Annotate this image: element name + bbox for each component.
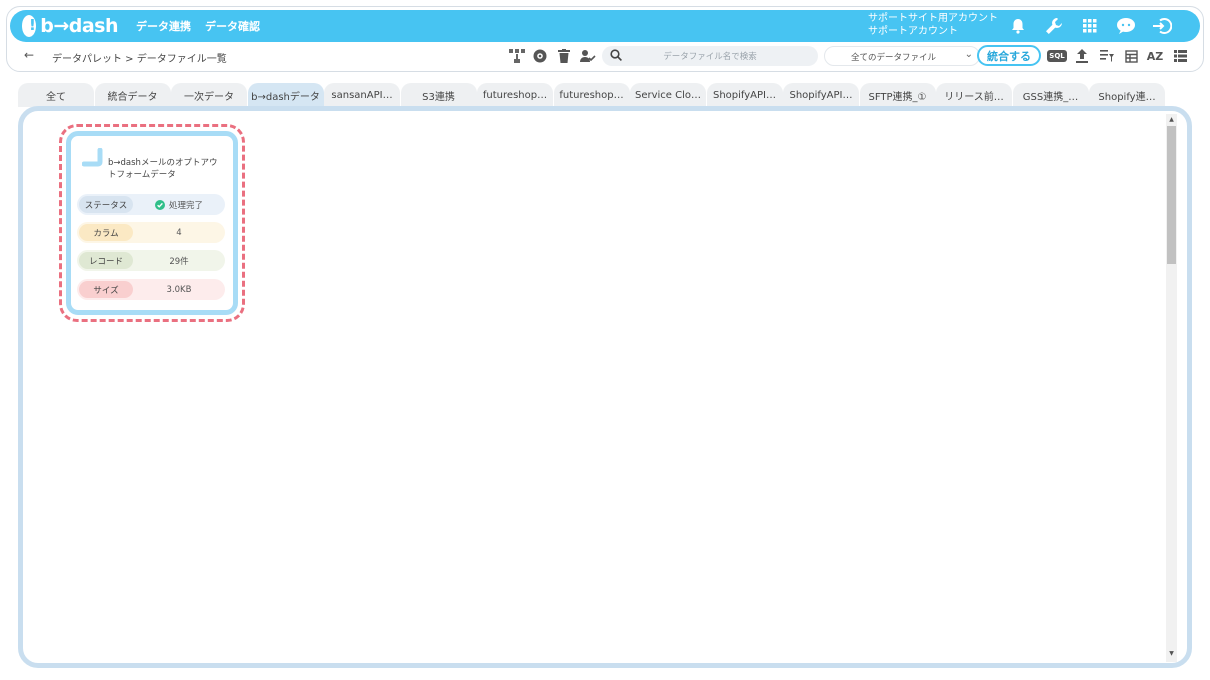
tab-4[interactable]: sansanAPI… bbox=[324, 83, 400, 107]
check-circle-icon bbox=[154, 199, 165, 210]
column-value: 4 bbox=[176, 227, 182, 238]
scroll-up-icon[interactable]: ▲ bbox=[1166, 114, 1177, 125]
sql-label: SQL bbox=[1047, 50, 1067, 62]
nav-data-check[interactable]: データ確認 bbox=[205, 18, 260, 34]
tab-6[interactable]: futureshop… bbox=[477, 83, 553, 107]
data-file-filter-select[interactable]: 全てのデータファイル ⌄ bbox=[824, 46, 980, 66]
user-check-icon[interactable] bbox=[579, 47, 597, 65]
tab-9[interactable]: ShopifyAPI… bbox=[706, 83, 783, 107]
tab-11[interactable]: SFTP連携_① bbox=[859, 83, 936, 107]
bell-icon[interactable] bbox=[1008, 16, 1028, 36]
list-view-icon[interactable] bbox=[1171, 47, 1189, 65]
trash-icon[interactable] bbox=[555, 47, 573, 65]
wrench-icon[interactable] bbox=[1044, 16, 1064, 36]
tab-14[interactable]: Shopify連… bbox=[1089, 83, 1165, 107]
account-name: サポートサイト用アカウント bbox=[868, 13, 998, 24]
card-title: b→dashメールのオプトアウトフォームデータ bbox=[108, 158, 218, 180]
tab-10[interactable]: ShopifyAPI… bbox=[783, 83, 859, 107]
status-row: ステータス 処理完了 bbox=[77, 194, 225, 215]
tab-12[interactable]: リリース前… bbox=[936, 83, 1012, 107]
logo-icon bbox=[22, 15, 37, 37]
sort-az-icon[interactable]: AZ bbox=[1146, 47, 1164, 65]
status-value: 処理完了 bbox=[135, 196, 223, 213]
logo[interactable]: b→dash bbox=[22, 14, 118, 38]
column-row: カラム 4 bbox=[77, 222, 225, 243]
category-tabs: 全て 統合データ 一次データ b→dashデータ sansanAPI… S3連携 futur… bbox=[18, 83, 1166, 107]
logo-text: b→dash bbox=[40, 15, 118, 37]
scroll-down-icon[interactable]: ▼ bbox=[1166, 648, 1177, 659]
tab-13[interactable]: GSS連携_… bbox=[1012, 83, 1089, 107]
back-arrow-icon[interactable]: ← bbox=[24, 48, 34, 62]
column-label: カラム bbox=[79, 224, 133, 241]
account-info[interactable]: サポートサイト用アカウント サポートアカウント bbox=[868, 12, 998, 38]
sql-icon[interactable]: SQL bbox=[1047, 47, 1067, 65]
breadcrumb: データパレット > データファイル一覧 bbox=[52, 54, 227, 65]
record-label: レコード bbox=[79, 252, 133, 269]
size-value: 3.0KB bbox=[166, 284, 192, 295]
table-view-icon[interactable] bbox=[1122, 47, 1140, 65]
tab-2[interactable]: 一次データ bbox=[171, 83, 247, 107]
size-row: サイズ 3.0KB bbox=[77, 279, 225, 300]
search-placeholder: データファイル名で検索 bbox=[663, 52, 757, 62]
record-row: レコード 29件 bbox=[77, 250, 225, 271]
size-label: サイズ bbox=[79, 281, 133, 298]
upload-icon[interactable] bbox=[1073, 47, 1091, 65]
filter-selected-value: 全てのデータファイル bbox=[851, 53, 937, 63]
grid-menu-icon[interactable] bbox=[1080, 16, 1100, 36]
tab-8[interactable]: Service Clo… bbox=[630, 83, 706, 107]
account-subname: サポートアカウント bbox=[868, 26, 958, 37]
file-corner-icon bbox=[82, 148, 103, 167]
scrollbar-thumb[interactable] bbox=[1167, 126, 1176, 264]
status-text: 処理完了 bbox=[168, 200, 203, 211]
nav-data-link[interactable]: データ連携 bbox=[136, 18, 191, 34]
tab-7[interactable]: futureshop… bbox=[553, 83, 630, 107]
settings-gear-icon[interactable] bbox=[531, 47, 549, 65]
chevron-down-icon: ⌄ bbox=[964, 49, 973, 60]
flow-icon[interactable] bbox=[508, 47, 526, 65]
toolbar: ← データパレット > データファイル一覧 データファイル名で検索 全てのデータ… bbox=[10, 44, 1200, 70]
tab-0[interactable]: 全て bbox=[18, 83, 94, 107]
logout-icon[interactable] bbox=[1152, 16, 1172, 36]
search-input[interactable]: データファイル名で検索 bbox=[602, 46, 818, 66]
tab-3[interactable]: b→dashデータ bbox=[247, 83, 324, 107]
tab-1[interactable]: 統合データ bbox=[94, 83, 171, 107]
record-value: 29件 bbox=[169, 256, 189, 267]
list-filter-icon[interactable] bbox=[1098, 47, 1116, 65]
header-bar: b→dash データ連携 データ確認 サポートサイト用アカウント サポートアカウ… bbox=[10, 10, 1200, 42]
status-label: ステータス bbox=[79, 196, 133, 213]
support-chat-icon[interactable] bbox=[1116, 16, 1136, 36]
tab-5[interactable]: S3連携 bbox=[400, 83, 477, 107]
merge-button[interactable]: 統合する bbox=[977, 45, 1041, 66]
